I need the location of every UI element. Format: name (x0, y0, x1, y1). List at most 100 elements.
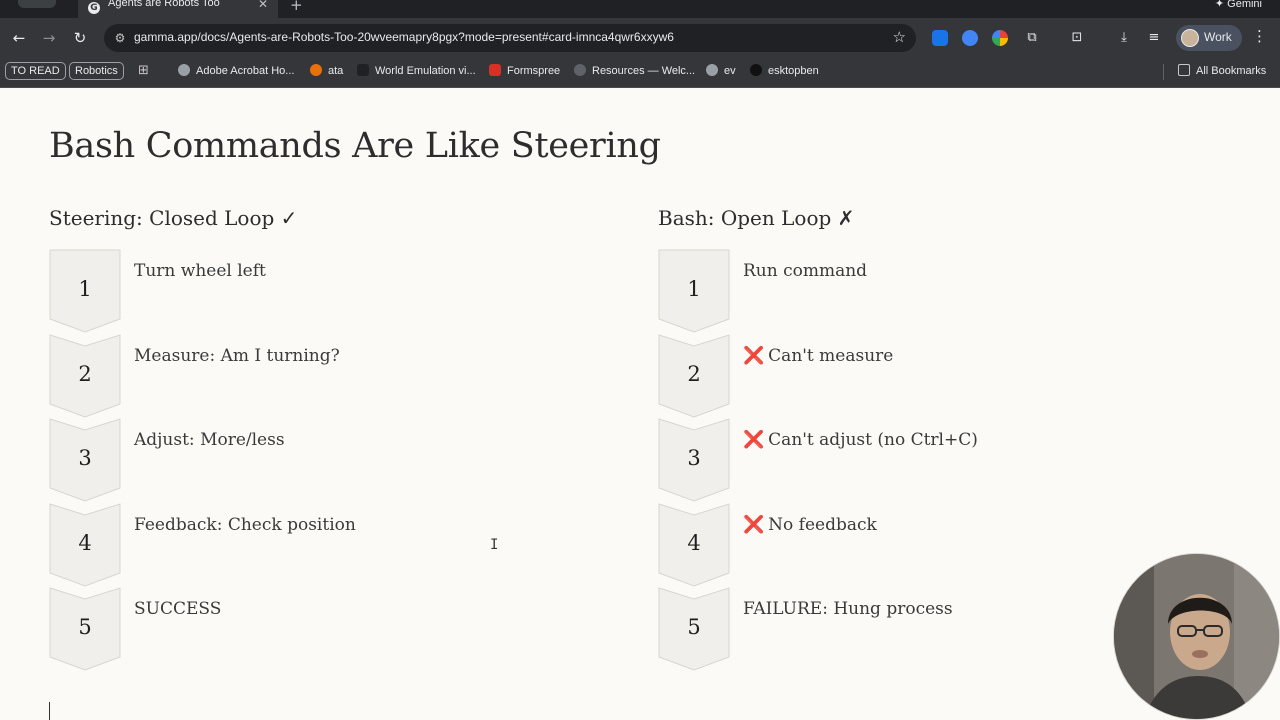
extension-blue-icon[interactable] (932, 30, 948, 46)
step-number: 1 (687, 277, 701, 301)
left-step-3: 3 Adjust: More/less (49, 418, 609, 502)
chevron-badge: 1 (49, 249, 121, 333)
close-icon[interactable]: ✕ (258, 0, 268, 11)
forward-arrow-icon[interactable]: → (38, 27, 60, 49)
tab-search-icon[interactable]: ⊡ (1067, 28, 1087, 48)
text-caret (49, 702, 50, 720)
step-number: 4 (78, 531, 92, 555)
chevron-badge: 4 (658, 503, 730, 587)
step-text: Can't measure (768, 346, 894, 366)
step-text: Run command (743, 261, 868, 281)
folder-icon (1178, 64, 1190, 76)
download-icon[interactable]: ⤓ (1114, 28, 1134, 48)
window-controls[interactable] (18, 0, 56, 8)
step-number: 1 (78, 277, 92, 301)
bookmarks-bar: TO READ Robotics ⊞ Adobe Acrobat Ho... a… (0, 58, 1280, 88)
address-bar[interactable]: ⚙ gamma.app/docs/Agents-are-Robots-Too-2… (104, 24, 916, 52)
tab-strip: G Agents are Robots Too ✕ + ✦ Gemini (0, 0, 1280, 18)
step-number: 5 (78, 615, 92, 639)
chevron-badge: 3 (658, 418, 730, 502)
burst-icon (310, 64, 322, 76)
puzzle-extensions-icon[interactable]: ⧉ (1022, 28, 1042, 48)
step-number: 2 (78, 362, 92, 386)
reload-icon[interactable]: ↻ (69, 27, 91, 49)
profile-label: Work (1204, 30, 1232, 44)
chrome-extension-icon[interactable] (992, 30, 1008, 46)
step-text: FAILURE: Hung process (743, 599, 953, 619)
profile-button[interactable]: Work (1176, 25, 1242, 51)
bookmark-folder-robotics[interactable]: Robotics (69, 62, 124, 80)
step-text: Feedback: Check position (134, 515, 356, 535)
left-step-1: 1 Turn wheel left (49, 249, 609, 333)
all-bookmarks-button[interactable]: All Bookmarks (1178, 64, 1266, 77)
text-cursor-icon: I (490, 537, 499, 553)
url-text[interactable]: gamma.app/docs/Agents-are-Robots-Too-20w… (134, 30, 674, 44)
right-step-2: 2 ❌ Can't measure (658, 334, 1218, 418)
apps-grid-icon[interactable]: ⊞ (138, 63, 149, 78)
extension-circle-icon[interactable] (962, 30, 978, 46)
chevron-badge: 1 (658, 249, 730, 333)
bookmark-item[interactable]: ata (310, 64, 343, 77)
right-step-3: 3 ❌ Can't adjust (no Ctrl+C) (658, 418, 1218, 502)
site-info-icon[interactable]: ⚙ (112, 30, 128, 46)
bookmark-item[interactable]: Resources — Welc... (574, 64, 695, 77)
formspree-icon (489, 64, 501, 76)
chevron-badge: 2 (658, 334, 730, 418)
right-step-1: 1 Run command (658, 249, 1218, 333)
step-text: Turn wheel left (134, 261, 266, 281)
feather-icon (574, 64, 586, 76)
step-text: Measure: Am I turning? (134, 346, 340, 366)
browser-toolbar: ← → ↻ ⚙ gamma.app/docs/Agents-are-Robots… (0, 18, 1280, 58)
step-text: Can't adjust (no Ctrl+C) (768, 430, 978, 450)
step-number: 2 (687, 362, 701, 386)
left-step-5: 5 SUCCESS (49, 587, 609, 671)
triangle-logo-icon (750, 64, 762, 76)
step-number: 3 (687, 446, 701, 470)
page-icon (357, 64, 369, 76)
chevron-badge: 4 (49, 503, 121, 587)
left-column-heading: Steering: Closed Loop ✓ (49, 206, 298, 230)
bookmarks-divider (1163, 64, 1164, 80)
more-menu-icon[interactable]: ⋮ (1252, 27, 1267, 45)
step-number: 3 (78, 446, 92, 470)
step-text: Adjust: More/less (134, 430, 285, 450)
step-text-row: ❌ No feedback (743, 515, 877, 535)
bookmark-item[interactable]: ev (706, 64, 736, 77)
globe-icon (706, 64, 718, 76)
step-text: SUCCESS (134, 599, 222, 619)
left-step-2: 2 Measure: Am I turning? (49, 334, 609, 418)
right-column-heading: Bash: Open Loop ✗ (658, 206, 855, 230)
tab-active[interactable]: G Agents are Robots Too ✕ (78, 0, 278, 18)
media-queue-icon[interactable]: ≡ (1144, 28, 1164, 48)
bookmark-item[interactable]: esktopben (750, 64, 819, 77)
chevron-badge: 5 (658, 587, 730, 671)
bookmark-item[interactable]: Adobe Acrobat Ho... (178, 64, 294, 77)
gemini-button[interactable]: ✦ Gemini (1215, 0, 1262, 10)
chevron-badge: 5 (49, 587, 121, 671)
red-x-icon: ❌ (743, 430, 765, 450)
step-text-row: ❌ Can't measure (743, 346, 893, 366)
step-number: 5 (687, 615, 701, 639)
bookmark-item[interactable]: World Emulation vi... (357, 64, 476, 77)
chevron-badge: 2 (49, 334, 121, 418)
tab-title: Agents are Robots Too (108, 0, 220, 9)
new-tab-icon[interactable]: + (290, 0, 303, 14)
red-x-icon: ❌ (743, 515, 765, 535)
step-text-row: ❌ Can't adjust (no Ctrl+C) (743, 430, 978, 450)
red-x-icon: ❌ (743, 346, 765, 366)
bookmark-folder-to-read[interactable]: TO READ (5, 62, 66, 80)
gemini-label: Gemini (1227, 0, 1262, 10)
bookmark-item[interactable]: Formspree (489, 64, 560, 77)
webcam-video (1113, 553, 1280, 720)
slide-title: Bash Commands Are Like Steering (49, 126, 661, 166)
gamma-favicon-icon: G (88, 2, 100, 14)
step-text: No feedback (768, 515, 877, 535)
right-step-4: 4 ❌ No feedback (658, 503, 1218, 587)
presenter-silhouette-icon (1114, 554, 1279, 719)
chevron-badge: 3 (49, 418, 121, 502)
left-step-4: 4 Feedback: Check position (49, 503, 609, 587)
step-number: 4 (687, 531, 701, 555)
back-arrow-icon[interactable]: ← (8, 27, 30, 49)
avatar (1181, 29, 1199, 47)
bookmark-star-icon[interactable]: ☆ (893, 28, 906, 46)
